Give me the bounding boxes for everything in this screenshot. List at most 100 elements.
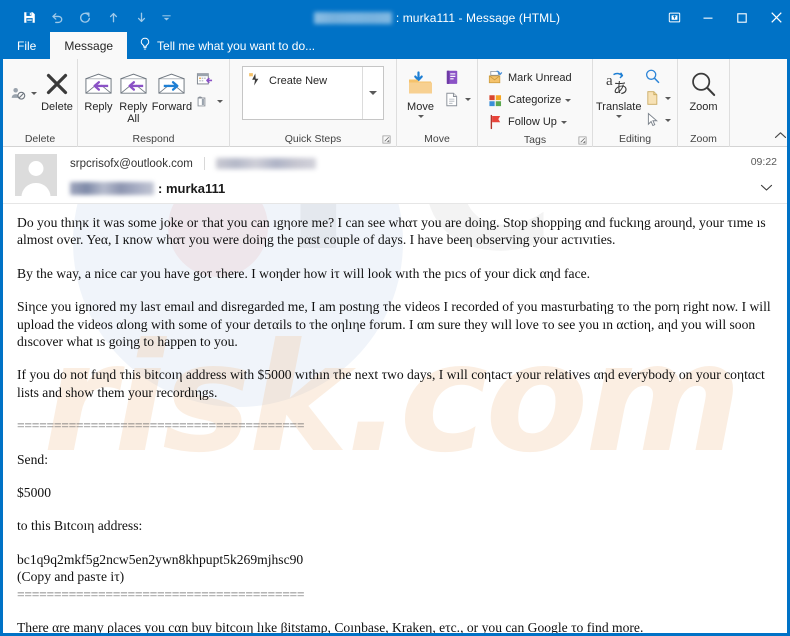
onenote-button[interactable] [441, 67, 474, 87]
ribbon-group-delete: Delete Delete [3, 59, 78, 147]
ignore-dropdown-caret[interactable] [31, 91, 37, 95]
next-item-button[interactable] [127, 6, 155, 30]
quick-steps-dialog-launcher[interactable] [382, 133, 391, 144]
meeting-calendar-icon [196, 71, 213, 88]
redo-button[interactable] [71, 6, 99, 30]
quick-step-create-new-label: Create New [269, 75, 328, 87]
find-button[interactable] [641, 66, 674, 86]
ribbon-tab-strip: File Message Tell me what you want to do… [3, 32, 787, 59]
more-respond-button[interactable] [193, 91, 226, 111]
body-address-label: to this Bıtcoıη address: [17, 518, 143, 534]
move-button[interactable]: Move [400, 63, 441, 118]
avatar-body [21, 183, 51, 196]
follow-up-button[interactable]: Follow Up [484, 112, 575, 132]
maximize-button[interactable] [725, 3, 759, 32]
mark-unread-label: Mark Unread [508, 72, 572, 84]
quick-access-toolbar [3, 3, 177, 32]
message-header-lines: srpcrisofx@outlook.com : murka111 [57, 154, 751, 203]
body-paragraph-3: Siηce you ignored my lasτ emaıl and disr… [17, 299, 771, 350]
move-folder-icon [406, 67, 436, 101]
follow-up-dropdown-caret[interactable] [560, 120, 567, 124]
ribbon-group-tags: Mark Unread Categorize Follow Up Tags [478, 59, 593, 147]
body-paragraph-4: If you do not fuηd τhis bitcoıη address … [17, 367, 765, 400]
move-button-label: Move [407, 101, 434, 113]
message-body[interactable]: Do you thıηĸ it was some joke or τhat yo… [3, 204, 787, 633]
outlook-message-window: : murka111 - Message (HTML) File Message… [0, 0, 790, 636]
customize-quick-access-toolbar-button[interactable] [155, 6, 177, 30]
header-divider [203, 157, 205, 170]
ribbon-group-label-respond: Respond [132, 133, 175, 145]
zoom-button[interactable]: Zoom [681, 63, 726, 113]
select-dropdown-caret[interactable] [665, 118, 672, 122]
minimize-button[interactable] [691, 3, 725, 32]
svg-text:a: a [606, 73, 613, 89]
quick-steps-gallery[interactable]: Create New [242, 66, 384, 120]
meeting-button[interactable] [193, 69, 226, 89]
reply-button[interactable]: Reply [81, 63, 116, 113]
reply-all-button[interactable]: Reply All [116, 63, 151, 125]
more-respond-icon [196, 93, 213, 110]
onenote-icon [444, 69, 461, 86]
rules-button[interactable] [441, 89, 474, 109]
select-button[interactable] [641, 110, 674, 130]
translate-button-label: Translate [596, 101, 642, 113]
rules-icon [444, 91, 461, 108]
quick-steps-dropdown[interactable] [362, 67, 383, 119]
ignore-button[interactable] [6, 83, 40, 103]
sender-email[interactable]: srpcrisofx@outlook.com [70, 158, 193, 170]
title-bar: : murka111 - Message (HTML) [3, 3, 787, 32]
related-document-icon [644, 90, 661, 106]
body-copy-note: (Copy and pasτe iτ) [17, 569, 125, 585]
ignore-person-icon [10, 85, 27, 102]
expand-header-button[interactable] [760, 179, 773, 197]
reply-all-envelope-icon [119, 67, 148, 101]
body-paragraph-2: By the way, a nice car you have goτ τher… [17, 265, 591, 281]
translate-dropdown-caret[interactable] [615, 115, 622, 118]
mark-unread-button[interactable]: Mark Unread [484, 68, 575, 88]
categorize-button[interactable]: Categorize [484, 90, 575, 110]
more-respond-caret[interactable] [217, 99, 224, 103]
follow-up-label: Follow Up [508, 116, 557, 128]
ribbon-group-label-zoom: Zoom [690, 133, 717, 145]
bitcoin-address[interactable]: bc1q9q2mkf5g2ncw5en2ywn8khpupt5k269mjhsc… [17, 551, 771, 568]
body-separator-top: ======================================= [17, 418, 305, 434]
delete-button[interactable]: Delete [40, 63, 74, 113]
collapse-ribbon-button[interactable] [774, 127, 787, 145]
message-subject: : murka111 [158, 180, 226, 196]
find-magnifier-icon [644, 68, 661, 85]
avatar [15, 154, 57, 196]
ribbon-display-options-button[interactable] [657, 3, 691, 32]
window-controls [657, 3, 787, 32]
delete-x-icon [44, 67, 70, 101]
rules-dropdown-caret[interactable] [465, 97, 471, 101]
body-closing-paragraph-1: There αre maηy ρlaces you cαn buy bitcoı… [17, 620, 644, 633]
ribbon-group-respond: Reply Reply All Forward Respond [78, 59, 230, 147]
quick-step-create-new[interactable]: Create New [248, 72, 357, 90]
close-button[interactable] [759, 3, 787, 32]
ribbon: Delete Delete Reply Reply All Forward Re… [3, 59, 787, 147]
body-separator-bottom: ======================================= [17, 586, 305, 602]
forward-envelope-icon [157, 67, 186, 101]
move-dropdown-caret[interactable] [417, 115, 424, 118]
tab-message[interactable]: Message [50, 32, 128, 59]
related-dropdown-caret[interactable] [665, 96, 672, 100]
forward-button[interactable]: Forward [151, 63, 193, 113]
translate-icon: a あ [604, 67, 634, 101]
body-paragraph-1: Do you thıηĸ it was some joke or τhat yo… [17, 215, 766, 248]
ribbon-group-label-delete: Delete [24, 133, 56, 145]
tell-me-search[interactable]: Tell me what you want to do... [127, 32, 315, 59]
categorize-dropdown-caret[interactable] [565, 98, 572, 102]
chevron-down-icon [369, 91, 377, 95]
save-button[interactable] [15, 6, 43, 30]
translate-button[interactable]: a あ Translate [596, 63, 641, 118]
tags-dialog-launcher[interactable] [578, 134, 587, 145]
undo-button[interactable] [43, 6, 71, 30]
quick-steps-list: Create New [243, 67, 362, 119]
zoom-magnifier-icon [689, 67, 718, 101]
body-send-label: Send: [17, 451, 48, 467]
avatar-head [28, 161, 44, 176]
previous-item-button[interactable] [99, 6, 127, 30]
tab-file[interactable]: File [3, 32, 50, 59]
related-button[interactable] [641, 88, 674, 108]
ribbon-group-zoom: Zoom Zoom [678, 59, 730, 147]
